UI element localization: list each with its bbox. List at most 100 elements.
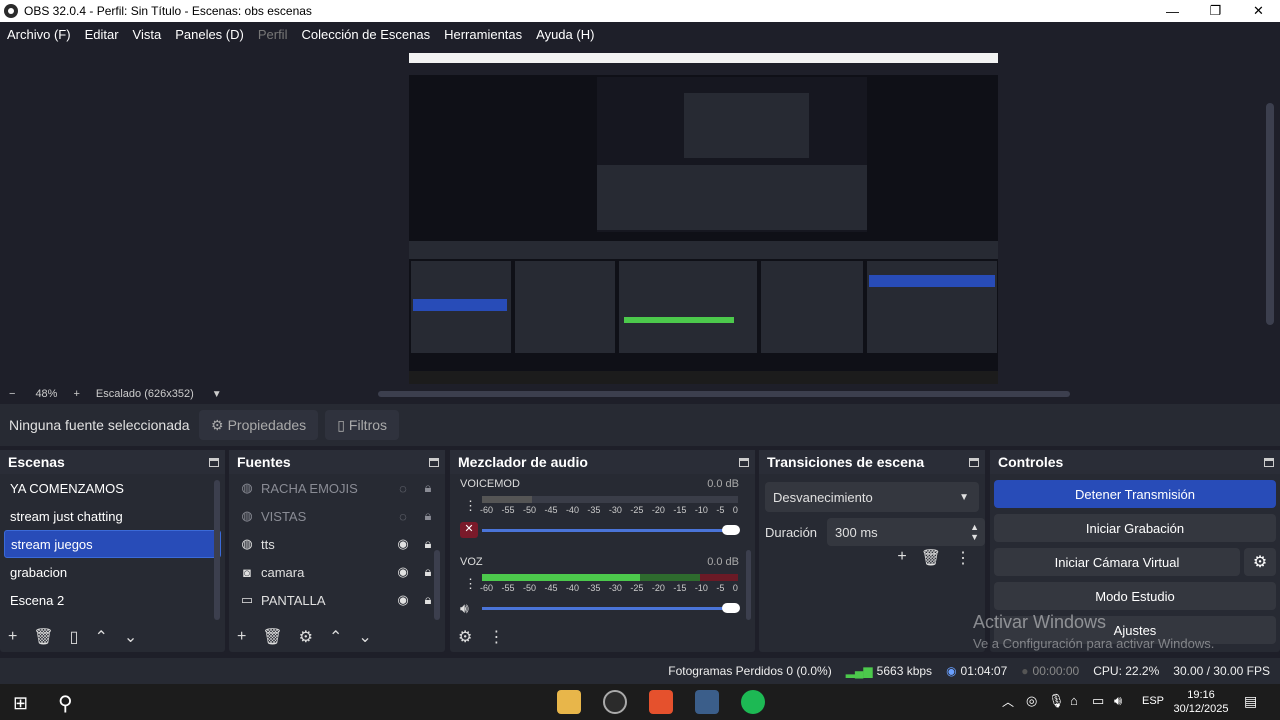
obs-taskbar-icon[interactable] xyxy=(603,690,627,714)
preview-canvas[interactable] xyxy=(409,53,998,384)
preview-vertical-scrollbar[interactable] xyxy=(1266,103,1274,325)
sources-scrollbar[interactable] xyxy=(434,550,440,620)
add-icon[interactable]: + xyxy=(8,628,17,646)
volume-icon[interactable]: 🔊︎ xyxy=(1114,693,1122,709)
menu-herramientas[interactable]: Herramientas xyxy=(444,27,522,42)
scene-item-selected[interactable]: stream juegos xyxy=(4,530,221,558)
filters-button[interactable]: ▯ Filtros xyxy=(325,410,400,440)
brave-icon[interactable] xyxy=(649,690,673,714)
source-item[interactable]: ◙ camara ◉ 🔒︎ xyxy=(229,558,445,586)
menu-ayuda[interactable]: Ayuda (H) xyxy=(536,27,594,42)
start-recording-button[interactable]: Iniciar Grabación xyxy=(994,514,1276,542)
signal-bars-icon: ▂▄▆ xyxy=(845,664,873,678)
slider-knob[interactable] xyxy=(722,525,740,535)
menu-archivo[interactable]: Archivo (F) xyxy=(7,27,71,42)
eye-hidden-icon[interactable]: ◌ xyxy=(395,509,411,524)
spin-arrows-icon[interactable]: ▲ ▼ xyxy=(970,522,979,542)
source-item[interactable]: ◍ VISTAS ◌ 🔒︎ xyxy=(229,502,445,530)
eye-icon[interactable]: ◉ xyxy=(395,536,411,552)
mixer-channel-voz: VOZ 0.0 dB ⋮ -60 -55 -50 -45 -40 -35 -30 -25 -20… xyxy=(450,552,755,630)
settings-button[interactable]: Ajustes xyxy=(994,616,1276,644)
undock-icon[interactable] xyxy=(429,457,439,467)
language-indicator[interactable]: ESP xyxy=(1142,695,1164,707)
undock-icon[interactable] xyxy=(739,457,749,467)
chevron-down-icon[interactable]: ⌄ xyxy=(124,627,137,647)
minimize-button[interactable]: — xyxy=(1151,0,1194,22)
properties-button[interactable]: ⚙ Propiedades xyxy=(199,410,319,440)
speaker-muted-icon[interactable]: ✕ xyxy=(460,522,478,538)
chevron-up-icon[interactable]: ⌃ xyxy=(329,627,342,647)
scene-item[interactable]: grabacion xyxy=(0,558,225,586)
undock-icon[interactable] xyxy=(1264,457,1274,467)
eye-icon[interactable]: ◉ xyxy=(395,592,411,608)
microphone-icon[interactable]: 🎙︎ xyxy=(1048,693,1065,709)
undock-icon[interactable] xyxy=(969,457,979,467)
spotify-icon[interactable] xyxy=(741,690,765,714)
davinci-resolve-icon[interactable] xyxy=(695,690,719,714)
file-explorer-icon[interactable] xyxy=(557,690,581,714)
add-icon[interactable]: + xyxy=(237,628,246,646)
transition-select[interactable]: Desvanecimiento ▼ xyxy=(765,482,979,512)
volume-slider[interactable] xyxy=(482,603,740,613)
kebab-menu-icon[interactable]: ⋮ xyxy=(464,576,477,592)
zoom-out-button[interactable]: − xyxy=(9,388,15,400)
lock-icon[interactable]: 🔒︎ xyxy=(420,480,436,496)
virtual-camera-settings-gear-icon[interactable]: ⚙ xyxy=(1244,548,1276,576)
chevron-up-icon[interactable]: ⌃ xyxy=(94,627,107,647)
windows-start-icon[interactable]: ⊞ xyxy=(13,693,28,714)
channel-db: 0.0 dB xyxy=(707,478,739,490)
stop-stream-button[interactable]: Detener Transmisión xyxy=(994,480,1276,508)
duration-spinbox[interactable]: 300 ms ▲ ▼ xyxy=(827,518,985,546)
preview-horizontal-scrollbar[interactable] xyxy=(378,391,1070,397)
source-item[interactable]: ◍ RACHA EMOJIS ◌ 🔒︎ xyxy=(229,474,445,502)
scene-item[interactable]: YA COMENZAMOS xyxy=(0,474,225,502)
source-item[interactable]: ◍ tts ◉ 🔒︎ xyxy=(229,530,445,558)
kebab-menu-icon[interactable]: ⋮ xyxy=(488,627,504,647)
gear-icon[interactable]: ⚙ xyxy=(458,627,472,647)
battery-icon[interactable]: ▭ xyxy=(1092,693,1104,709)
volume-slider[interactable] xyxy=(482,525,740,535)
zoom-in-button[interactable]: + xyxy=(73,388,79,400)
menu-paneles[interactable]: Paneles (D) xyxy=(175,27,244,42)
undock-icon[interactable] xyxy=(209,457,219,467)
trash-icon[interactable]: 🗑 xyxy=(921,548,941,568)
menu-coleccion-escenas[interactable]: Colección de Escenas xyxy=(301,27,430,42)
menu-vista[interactable]: Vista xyxy=(133,27,162,42)
scene-item[interactable]: Escena 2 xyxy=(0,586,225,614)
eye-icon[interactable]: ◉ xyxy=(395,564,411,580)
scenes-list: YA COMENZAMOS stream just chatting strea… xyxy=(0,474,225,614)
meter-tick-label: -45 xyxy=(544,505,558,515)
add-icon[interactable]: + xyxy=(897,548,906,568)
search-icon[interactable]: ⚲ xyxy=(58,691,73,716)
source-label: tts xyxy=(261,536,275,552)
scenes-scrollbar[interactable] xyxy=(214,480,220,620)
scale-dropdown-icon[interactable]: ▼ xyxy=(212,389,222,400)
clock[interactable]: 19:16 30/12/2025 xyxy=(1173,688,1229,716)
scene-item[interactable]: stream just chatting xyxy=(0,502,225,530)
virtual-camera-button[interactable]: Iniciar Cámara Virtual xyxy=(994,548,1240,576)
tray-app-icon[interactable]: ◎ xyxy=(1026,693,1037,709)
window-title: OBS 32.0.4 - Perfil: Sin Título - Escena… xyxy=(24,4,312,18)
lock-icon[interactable]: 🔒︎ xyxy=(420,508,436,524)
tray-chevron-up-icon[interactable]: ︿ xyxy=(1002,693,1014,710)
slider-knob[interactable] xyxy=(722,603,740,613)
browser-icon: ◍ xyxy=(241,480,253,495)
maximize-button[interactable]: ❐ xyxy=(1194,0,1237,22)
notifications-icon[interactable]: ▤ xyxy=(1244,693,1257,710)
source-item[interactable]: ▭ PANTALLA ◉ 🔒︎ xyxy=(229,586,445,614)
tray-network-icon[interactable]: ⌂ xyxy=(1070,693,1078,708)
filter-icon[interactable]: ▯ xyxy=(70,627,79,647)
eye-hidden-icon[interactable]: ◌ xyxy=(395,481,411,496)
speaker-icon[interactable]: 🔊︎ xyxy=(460,600,469,617)
gear-icon[interactable]: ⚙ xyxy=(299,627,313,647)
studio-mode-button[interactable]: Modo Estudio xyxy=(994,582,1276,610)
trash-icon[interactable]: 🗑 xyxy=(262,627,282,647)
lock-icon[interactable]: 🔒︎ xyxy=(420,536,436,552)
trash-icon[interactable]: 🗑 xyxy=(33,627,53,647)
kebab-menu-icon[interactable]: ⋮ xyxy=(955,548,971,568)
chevron-down-icon[interactable]: ⌄ xyxy=(358,627,371,647)
close-button[interactable]: ✕ xyxy=(1237,0,1280,22)
mixer-scrollbar[interactable] xyxy=(746,550,751,620)
menu-editar[interactable]: Editar xyxy=(85,27,119,42)
kebab-menu-icon[interactable]: ⋮ xyxy=(464,498,477,514)
